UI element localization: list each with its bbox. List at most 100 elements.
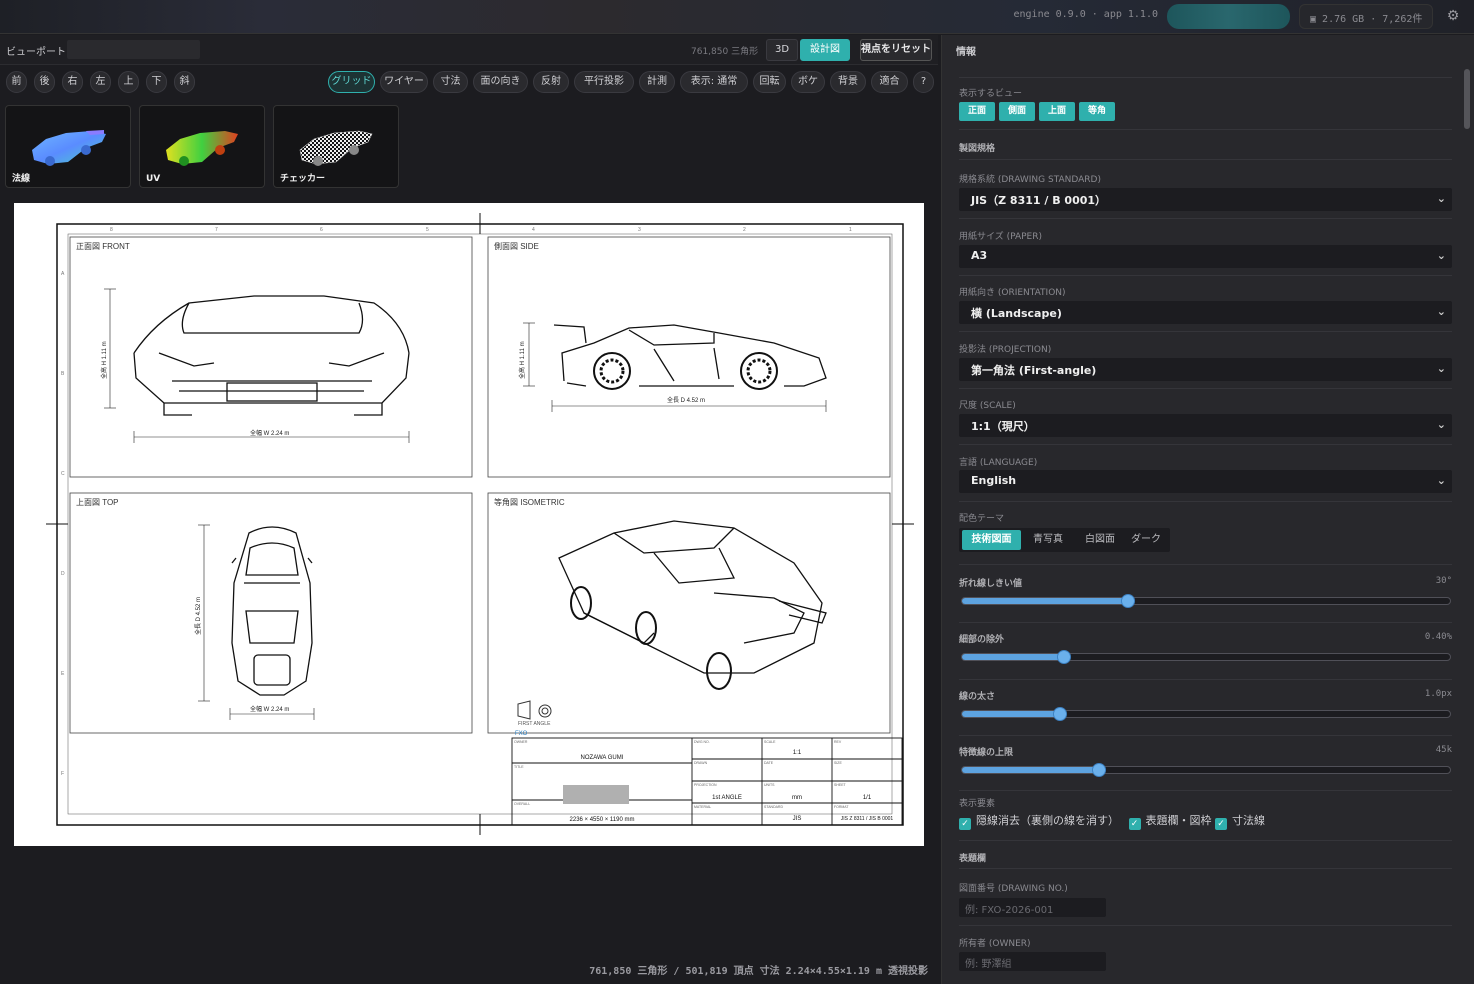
tb-sheet-label: SHEET: [834, 783, 847, 787]
thumb-uv[interactable]: UV: [139, 105, 265, 188]
slider-label: 細部の除外: [959, 635, 1005, 645]
tb-overall-label: OVERALL: [514, 802, 530, 806]
zone-row: C: [61, 471, 65, 477]
front-view-label: 正面図 FRONT: [76, 242, 130, 251]
app-topbar: engine 0.9.0 · app 1.1.0 ▣ 2.76 GB · 7,2…: [0, 0, 1474, 34]
thumb-normal[interactable]: 法線: [5, 105, 131, 188]
tb-projection: 1st ANGLE: [712, 795, 742, 801]
slider-handle[interactable]: [1057, 650, 1071, 664]
theme-label: 配色テーマ: [959, 514, 1005, 524]
viewport-header: ビューポート — 761,850 三角形 3D 設計図 視点をリセット: [0, 35, 938, 65]
slider-handle[interactable]: [1121, 594, 1135, 608]
help-button[interactable]: ?: [913, 71, 934, 93]
sliders-icon[interactable]: ⚙: [1444, 8, 1462, 26]
slider-fill: [962, 711, 1060, 717]
zone-row: B: [61, 371, 65, 377]
theme-dark[interactable]: ダーク: [1127, 530, 1165, 550]
chevron-down-icon: ⌄: [1436, 418, 1446, 431]
reflection-toggle[interactable]: 反射: [533, 71, 569, 93]
divider: [959, 622, 1452, 623]
select-value: English: [971, 474, 1017, 487]
divider: [959, 564, 1452, 565]
tb-title-label: TITLE: [514, 765, 524, 769]
view-toggle-iso[interactable]: 等角: [1079, 102, 1115, 121]
fit-button[interactable]: 適合: [871, 71, 908, 93]
check-icon: ✓: [1128, 818, 1141, 830]
title-block-checkbox[interactable]: ✓ 表題欄・図枠: [1128, 814, 1212, 830]
mode-3d-button[interactable]: 3D: [766, 39, 798, 61]
crease-threshold-slider[interactable]: [961, 594, 1451, 608]
slider-handle[interactable]: [1053, 707, 1067, 721]
panel-scrollbar[interactable]: [1464, 69, 1470, 129]
dimension-toggle[interactable]: 寸法: [433, 71, 468, 93]
hidden-line-checkbox[interactable]: ✓ 隠線消去（裏側の線を消す）: [959, 814, 1119, 830]
paper-select[interactable]: A3 ⌄: [959, 245, 1452, 268]
zone-col: 1: [849, 227, 852, 233]
tb-size-label: SIZE: [834, 761, 842, 765]
divider: [959, 218, 1452, 219]
drawing-number-input[interactable]: 例: FXO-2026-001: [959, 898, 1106, 917]
tb-scale: 1:1: [793, 750, 802, 756]
reset-view-button[interactable]: 視点をリセット: [860, 39, 932, 61]
select-value: A3: [971, 249, 988, 262]
language-select[interactable]: English ⌄: [959, 470, 1452, 493]
view-bottom-button[interactable]: 下: [146, 71, 167, 93]
tb-drawn-label: DRAWN: [694, 761, 708, 765]
face-orientation-toggle[interactable]: 面の向き: [473, 71, 528, 93]
zone-col: 8: [110, 227, 113, 233]
select-value: JIS（Z 8311 / B 0001）: [971, 194, 1107, 207]
display-mode-toggle[interactable]: 表示: 通常: [680, 71, 748, 93]
tb-material-label: MATERIAL: [694, 805, 711, 809]
orientation-select[interactable]: 横 (Landscape) ⌄: [959, 301, 1452, 324]
background-toggle[interactable]: 背景: [830, 71, 866, 93]
view-left-button[interactable]: 左: [90, 71, 111, 93]
top-length-dim: 全長 D 4.52 m: [194, 597, 202, 635]
mode-drawing-button[interactable]: 設計図: [800, 39, 850, 61]
owner-input[interactable]: 例: 野澤組: [959, 952, 1106, 971]
ortho-toggle[interactable]: 平行投影: [574, 71, 634, 93]
divider: [959, 925, 1452, 926]
view-toggle-side[interactable]: 側面: [999, 102, 1035, 121]
drawing-sheet[interactable]: 8 7 6 5 4 3 2 1 A B C D E F 正面図 FRONT 全幅…: [14, 203, 924, 846]
divider: [959, 501, 1452, 502]
thumb-label: チェッカー: [280, 174, 326, 184]
rotate-toggle[interactable]: 回転: [753, 71, 786, 93]
thumb-checker[interactable]: チェッカー: [273, 105, 399, 188]
status-pill[interactable]: [1167, 4, 1290, 29]
view-back-button[interactable]: 後: [34, 71, 55, 93]
front-view-frame: [69, 236, 473, 478]
view-toggle-front[interactable]: 正面: [959, 102, 995, 121]
theme-white[interactable]: 白図面: [1077, 530, 1123, 550]
view-top-button[interactable]: 上: [118, 71, 139, 93]
bokeh-toggle[interactable]: ボケ: [791, 71, 825, 93]
grid-toggle[interactable]: グリッド: [328, 71, 375, 93]
tb-standard-label: STANDARD: [764, 805, 783, 809]
slider-handle[interactable]: [1092, 763, 1106, 777]
divider: [959, 735, 1452, 736]
feature-limit-slider[interactable]: [961, 763, 1451, 777]
scale-select[interactable]: 1:1（現尺） ⌄: [959, 414, 1452, 437]
zone-col: 6: [320, 227, 323, 233]
title-block: [511, 737, 903, 826]
view-right-button[interactable]: 右: [62, 71, 83, 93]
wire-toggle[interactable]: ワイヤー: [380, 71, 428, 93]
drawing-svg: 8 7 6 5 4 3 2 1 A B C D E F 正面図 FRONT 全幅…: [46, 213, 914, 835]
line-width-slider[interactable]: [961, 707, 1451, 721]
tb-format: JIS Z 8311 / JIS B 0001: [841, 816, 894, 822]
theme-blueprint[interactable]: 青写真: [1025, 530, 1071, 550]
tb-units: mm: [792, 795, 802, 801]
view-oblique-button[interactable]: 斜: [174, 71, 195, 93]
view-toggle-top[interactable]: 上面: [1039, 102, 1075, 121]
field-label: 投影法 (PROJECTION): [959, 345, 1052, 355]
tb-format-label: FORMAT: [834, 805, 849, 809]
dimension-line-checkbox[interactable]: ✓ 寸法線: [1215, 814, 1265, 830]
theme-technical[interactable]: 技術図面: [962, 530, 1021, 550]
tb-dwg-label: DWG NO.: [694, 740, 710, 744]
detail-cull-slider[interactable]: [961, 650, 1451, 664]
projection-select[interactable]: 第一角法 (First-angle) ⌄: [959, 358, 1452, 381]
view-front-button[interactable]: 前: [6, 71, 27, 93]
owner-label: 所有者 (OWNER): [959, 939, 1031, 949]
measure-toggle[interactable]: 計測: [639, 71, 675, 93]
chevron-down-icon: ⌄: [1436, 249, 1446, 262]
standard-select[interactable]: JIS（Z 8311 / B 0001） ⌄: [959, 188, 1452, 211]
